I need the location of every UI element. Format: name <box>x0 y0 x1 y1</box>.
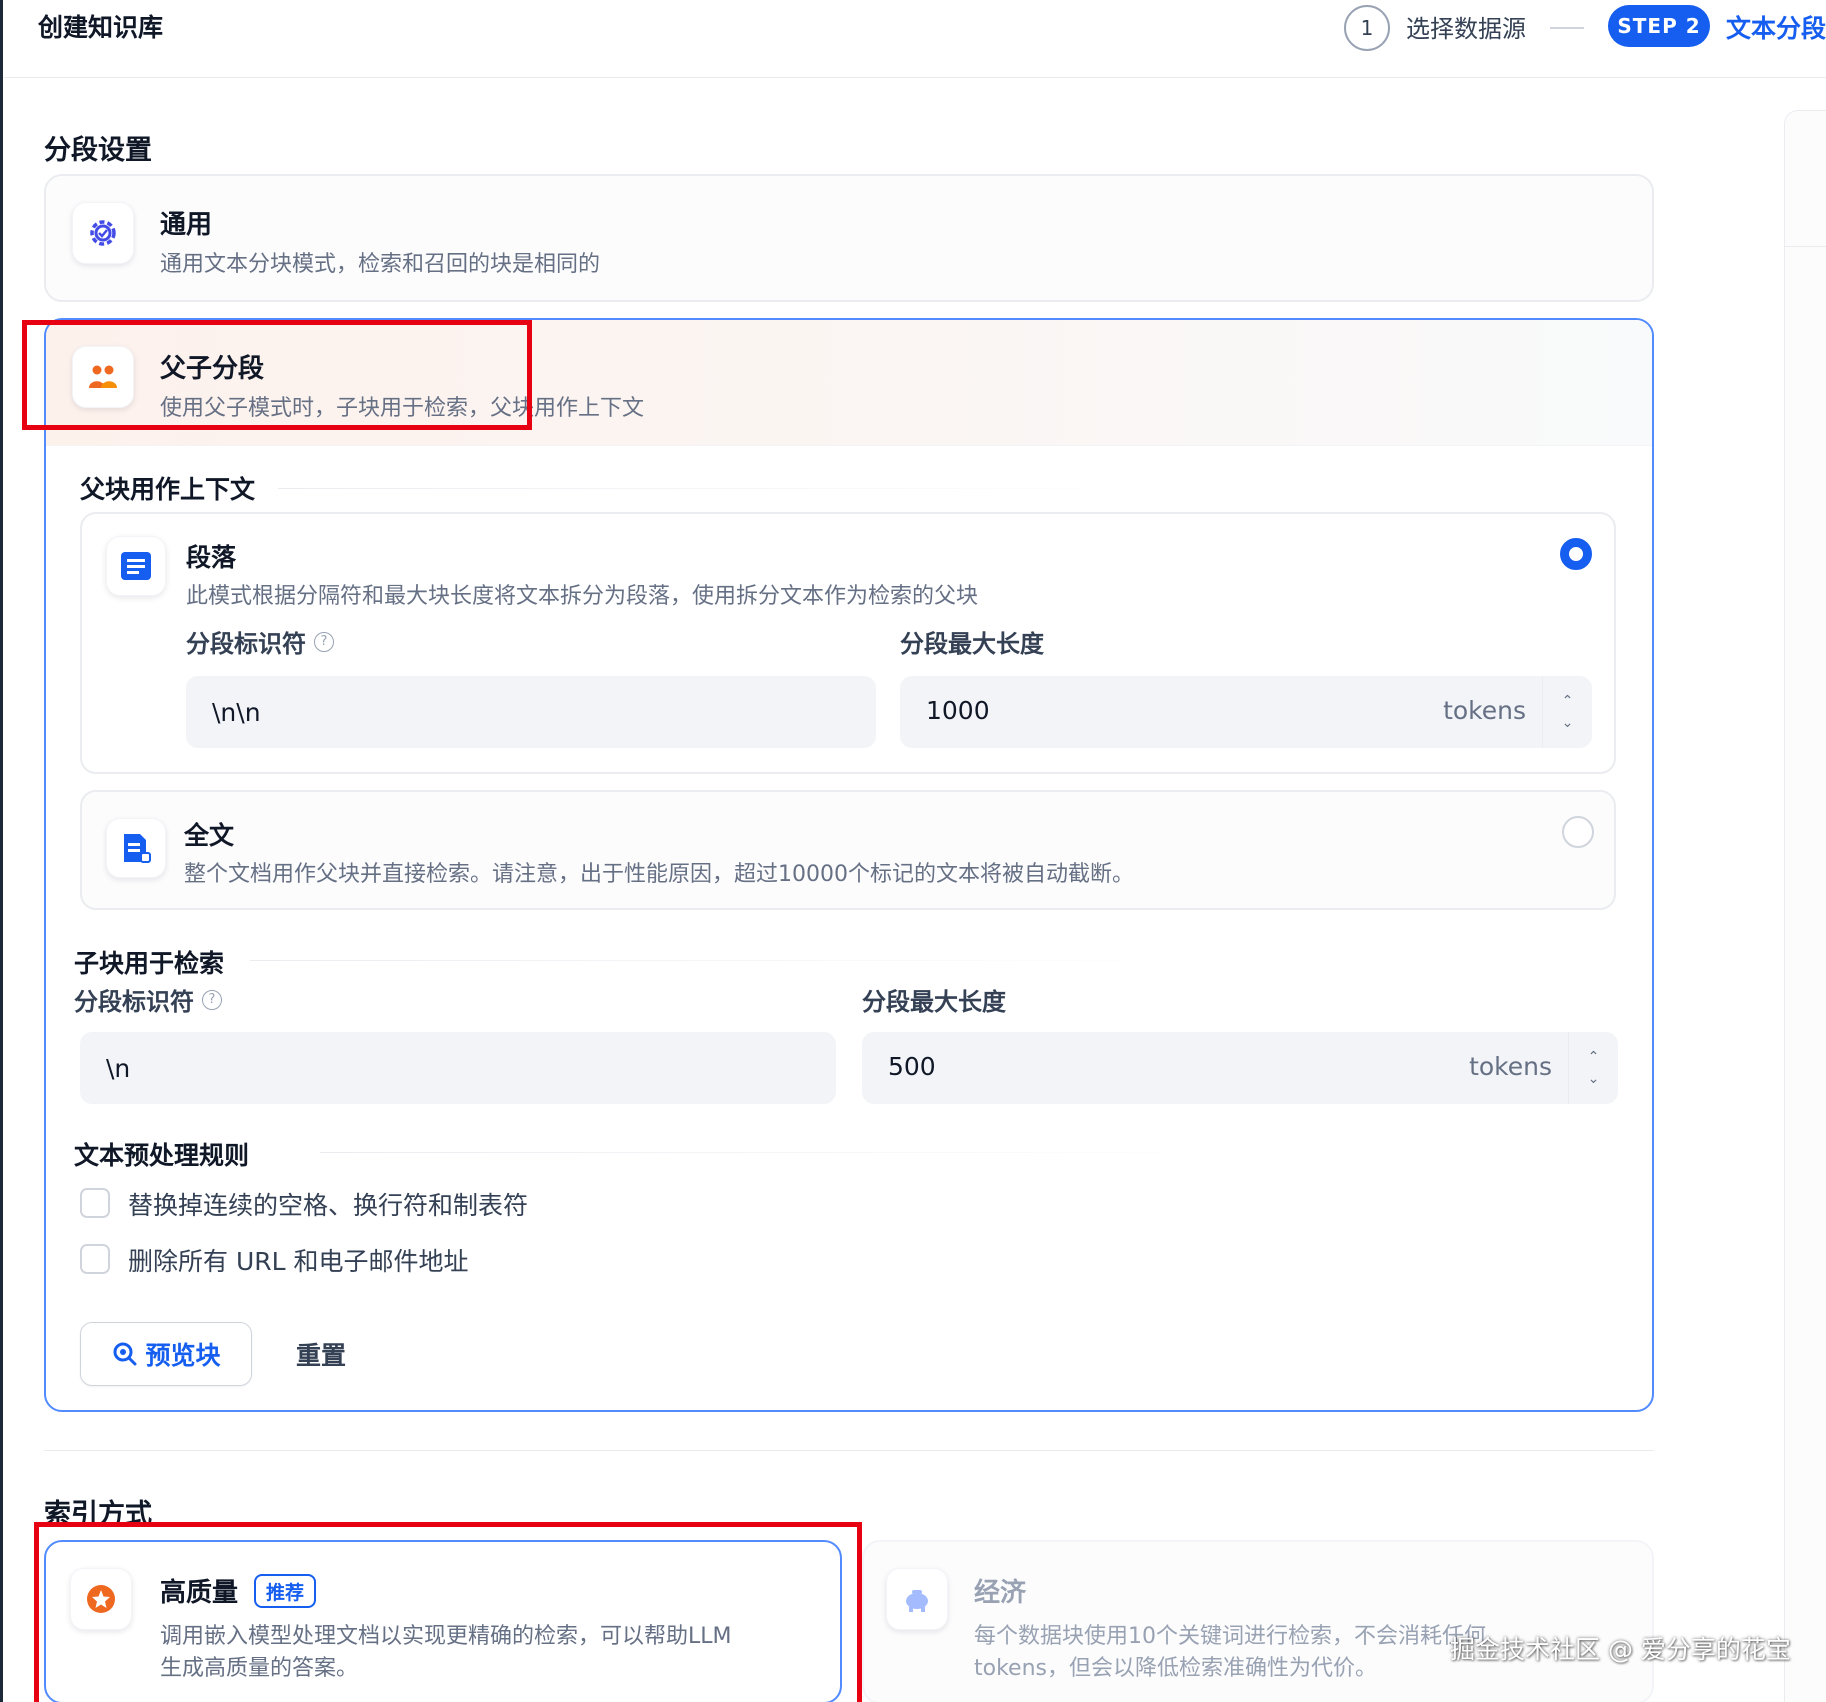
page-title: 创建知识库 <box>38 13 164 42</box>
search-icon <box>113 1342 137 1366</box>
section-separator <box>44 1450 1654 1451</box>
parent-child-mode-desc: 使用父子模式时，子块用于检索，父块用作上下文 <box>160 396 645 421</box>
preprocess-section-title: 文本预处理规则 <box>74 1141 250 1170</box>
help-icon[interactable]: ? <box>314 631 334 652</box>
parent-section-divider <box>278 488 1158 489</box>
parent-max-length-stepper[interactable]: ⌃ ⌄ <box>1542 676 1592 748</box>
chevron-up-icon[interactable]: ⌃ <box>1562 690 1574 712</box>
people-icon <box>72 346 134 408</box>
child-section-divider <box>250 960 1200 961</box>
child-max-length-value[interactable]: 500 <box>888 1052 936 1081</box>
parent-section-title: 父块用作上下文 <box>80 475 256 504</box>
parent-delimiter-label-text: 分段标识符 <box>186 630 306 658</box>
child-delimiter-label: 分段标识符 ? <box>74 982 222 1017</box>
parent-delimiter-input[interactable]: \n\n <box>186 676 876 748</box>
child-max-length-input[interactable]: 500 tokens ⌃ ⌄ <box>862 1032 1618 1104</box>
chunk-settings-title: 分段设置 <box>44 135 152 166</box>
document-icon <box>106 818 166 878</box>
paragraph-option-desc: 此模式根据分隔符和最大块长度将文本拆分为段落，使用拆分文本作为检索的父块 <box>186 584 979 609</box>
index-method-title: 索引方式 <box>44 1499 152 1530</box>
economy-desc-line1: 每个数据块使用10个关键词进行检索，不会消耗任何 <box>974 1624 1486 1649</box>
high-quality-desc-line2: 生成高质量的答案。 <box>160 1656 359 1681</box>
child-max-length-stepper[interactable]: ⌃ ⌄ <box>1568 1032 1618 1104</box>
parent-max-length-value[interactable]: 1000 <box>926 696 990 725</box>
full-doc-option-title: 全文 <box>184 821 235 850</box>
parent-child-mode-title: 父子分段 <box>160 354 265 384</box>
high-quality-title: 高质量 <box>160 1578 239 1608</box>
high-quality-option-card[interactable]: 高质量 推荐 调用嵌入模型处理文档以实现更精确的检索，可以帮助LLM 生成高质量… <box>44 1540 842 1702</box>
preview-panel <box>1784 110 1826 1702</box>
preview-panel-divider <box>1784 246 1826 247</box>
preview-chunks-button[interactable]: 预览块 <box>80 1322 252 1386</box>
parent-max-length-unit: tokens <box>1443 696 1526 725</box>
top-bar: 创建知识库 1 选择数据源 STEP 2 文本分段与 <box>4 0 1826 78</box>
high-quality-desc-line1: 调用嵌入模型处理文档以实现更精确的检索，可以帮助LLM <box>160 1624 732 1649</box>
parent-child-card-header <box>46 320 1652 446</box>
economy-title: 经济 <box>974 1578 1027 1608</box>
child-delimiter-input[interactable]: \n <box>80 1032 836 1104</box>
full-doc-option-card[interactable]: 全文 整个文档用作父块并直接检索。请注意，出于性能原因，超过10000个标记的文… <box>80 790 1616 910</box>
parent-max-length-label: 分段最大长度 <box>900 630 1044 658</box>
step2-label: 文本分段与 <box>1726 14 1826 43</box>
child-section-title: 子块用于检索 <box>74 949 225 978</box>
chevron-up-icon[interactable]: ⌃ <box>1588 1046 1600 1068</box>
window-left-edge <box>0 0 3 1702</box>
piggy-bank-icon <box>886 1568 948 1630</box>
paragraph-radio[interactable] <box>1560 538 1592 570</box>
step1-label[interactable]: 选择数据源 <box>1406 9 1526 44</box>
gear-icon <box>72 202 134 264</box>
paragraph-option-title: 段落 <box>186 543 237 572</box>
child-max-length-label: 分段最大长度 <box>862 988 1006 1016</box>
child-delimiter-label-text: 分段标识符 <box>74 988 194 1016</box>
watermark: 掘金技术社区 @ 爱分享的花宝 <box>1450 1635 1791 1664</box>
economy-desc-line2: tokens，但会以降低检索准确性为代价。 <box>974 1656 1377 1681</box>
rule-label-whitespace[interactable]: 替换掉连续的空格、换行符和制表符 <box>128 1186 528 1222</box>
preview-chunks-label: 预览块 <box>145 1341 221 1370</box>
chevron-down-icon[interactable]: ⌄ <box>1562 712 1574 734</box>
rule-label-url[interactable]: 删除所有 URL 和电子邮件地址 <box>128 1242 469 1278</box>
step-divider <box>1550 27 1584 29</box>
full-doc-option-desc: 整个文档用作父块并直接检索。请注意，出于性能原因，超过10000个标记的文本将被… <box>184 862 1134 887</box>
recommended-badge: 推荐 <box>254 1574 317 1608</box>
paragraph-option-card[interactable]: 段落 此模式根据分隔符和最大块长度将文本拆分为段落，使用拆分文本作为检索的父块 … <box>80 512 1616 774</box>
parent-delimiter-label: 分段标识符 ? <box>186 624 334 659</box>
rule-checkbox-url[interactable] <box>80 1244 110 1274</box>
rule-checkbox-whitespace[interactable] <box>80 1188 110 1218</box>
step1-number: 1 <box>1344 5 1390 51</box>
reset-button[interactable]: 重置 <box>260 1322 382 1386</box>
preprocess-section-divider <box>320 1152 1240 1153</box>
paragraph-icon <box>106 536 166 596</box>
step2-badge: STEP 2 <box>1608 5 1710 47</box>
general-mode-card[interactable]: 通用 通用文本分块模式，检索和召回的块是相同的 <box>44 174 1654 302</box>
child-max-length-unit: tokens <box>1469 1052 1552 1081</box>
help-icon[interactable]: ? <box>202 989 222 1010</box>
star-icon <box>70 1568 132 1630</box>
parent-child-mode-card[interactable]: 父子分段 使用父子模式时，子块用于检索，父块用作上下文 父块用作上下文 段落 此… <box>44 318 1654 1412</box>
general-mode-title: 通用 <box>160 210 213 240</box>
economy-option-card[interactable]: 经济 每个数据块使用10个关键词进行检索，不会消耗任何 tokens，但会以降低… <box>862 1540 1654 1702</box>
chevron-down-icon[interactable]: ⌄ <box>1588 1068 1600 1090</box>
parent-max-length-input[interactable]: 1000 tokens ⌃ ⌄ <box>900 676 1592 748</box>
general-mode-desc: 通用文本分块模式，检索和召回的块是相同的 <box>160 252 601 277</box>
full-doc-radio[interactable] <box>1562 816 1594 848</box>
